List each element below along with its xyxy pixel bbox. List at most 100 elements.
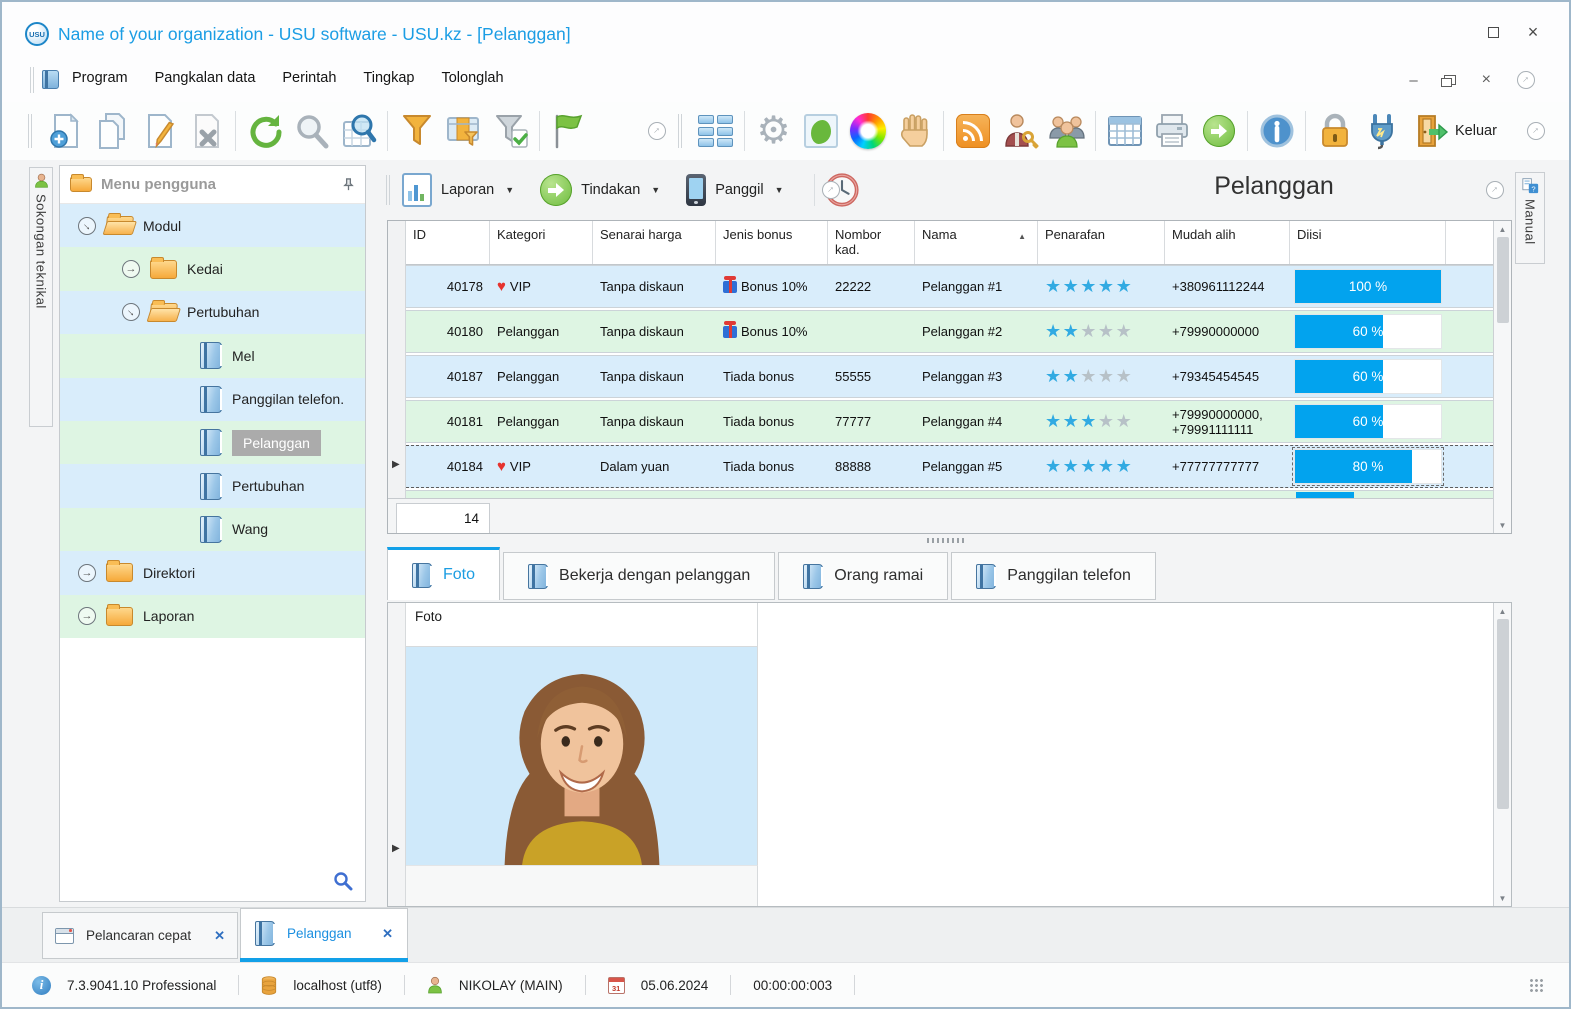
export-button[interactable] [1195, 107, 1242, 155]
toolbar-overflow-button[interactable]: → [648, 122, 666, 140]
reports-menu-button[interactable]: Laporan ▼ [402, 173, 514, 207]
tab-pelanggan[interactable]: Pelanggan ✕ [240, 908, 408, 962]
call-menu-button[interactable]: Panggil ▼ [686, 174, 783, 206]
menu-tolonglah[interactable]: Tolonglah [441, 70, 503, 86]
table-view-button[interactable] [1101, 107, 1148, 155]
column-header-mudah-alih[interactable]: Mudah alih [1165, 221, 1290, 264]
table-vertical-scrollbar[interactable]: ▲ ▼ [1493, 221, 1511, 533]
view-toolbar-overflow-button[interactable]: → [822, 181, 840, 199]
map-button[interactable] [797, 107, 844, 155]
version-info-icon[interactable]: i [32, 975, 51, 995]
feed-button[interactable] [949, 107, 996, 155]
tree-item-panggilan-telefon[interactable]: Panggilan telefon. [60, 377, 365, 421]
filter-button[interactable] [393, 107, 440, 155]
view-overflow-right-button[interactable]: → [1486, 181, 1504, 199]
menu-tingkap[interactable]: Tingkap [363, 70, 414, 86]
users-group-button[interactable] [1043, 107, 1090, 155]
flag-button[interactable] [545, 107, 592, 155]
menu-overflow-button[interactable]: → [1517, 71, 1535, 89]
settings-button[interactable]: ⚙ [750, 107, 797, 155]
tree-item-wang[interactable]: Wang [60, 507, 365, 552]
close-button[interactable]: × [1525, 22, 1541, 43]
connection-button[interactable] [1358, 107, 1405, 155]
scrollbar-thumb[interactable] [1496, 237, 1509, 323]
copy-record-button[interactable] [89, 107, 136, 155]
mdi-minimize-button[interactable]: – [1409, 72, 1417, 89]
hand-button[interactable] [891, 107, 938, 155]
table-row[interactable]: 40180 Pelanggan Tanpa diskaun Bonus 10% Pela… [406, 310, 1493, 353]
column-header-diisi[interactable]: Diisi [1290, 221, 1446, 264]
tree-item-pertubuhan[interactable]: → Pertubuhan [60, 290, 365, 335]
manual-side-tab[interactable]: ? Manual [1515, 172, 1545, 264]
photo-vertical-scrollbar[interactable]: ▲ ▼ [1493, 603, 1511, 906]
table-row[interactable]: 40181 Pelanggan Tanpa diskaun Tiada bonus 77… [406, 400, 1493, 443]
refresh-button[interactable] [241, 107, 288, 155]
pin-icon[interactable] [342, 178, 355, 191]
actions-menu-button[interactable]: Tindakan ▼ [540, 174, 660, 206]
mdi-restore-button[interactable] [1440, 75, 1456, 87]
mdi-close-button[interactable]: × [1482, 72, 1491, 88]
view-toolbar: Laporan ▼ Tindakan ▼ Panggil ▼ → Pelangg… [374, 165, 1514, 215]
tab-foto[interactable]: Foto [387, 547, 501, 600]
scroll-up-icon[interactable]: ▲ [1499, 221, 1507, 237]
add-record-button[interactable] [42, 107, 89, 155]
tree-item-kedai[interactable]: → Kedai [60, 247, 365, 291]
layout-grid-button[interactable] [692, 107, 739, 155]
print-button[interactable] [1148, 107, 1195, 155]
column-header-nama[interactable]: Nama ▲ [915, 221, 1038, 264]
info-button[interactable] [1253, 107, 1300, 155]
table-row[interactable]: 40178 ♥ VIP Tanpa diskaun Bonus 10% 22222 Pela… [406, 265, 1493, 308]
search-button[interactable] [288, 107, 335, 155]
star-empty-icon: ★ [1080, 366, 1098, 386]
column-header-nombor-kad[interactable]: Nombor kad. [828, 221, 915, 264]
close-tab-icon[interactable]: ✕ [382, 926, 393, 942]
color-theme-button[interactable] [844, 107, 891, 155]
scroll-up-icon[interactable]: ▲ [1499, 603, 1507, 619]
menu-pangkalan-data[interactable]: Pangkalan data [155, 70, 256, 86]
maximize-button[interactable] [1485, 23, 1501, 42]
scroll-down-icon[interactable]: ▼ [1499, 517, 1507, 533]
table-row[interactable]: 40184 ♥ VIP Dalam yuan Tiada bonus 88888 Pelan… [406, 445, 1493, 488]
column-header-id[interactable]: ID [406, 221, 490, 264]
customer-photo[interactable] [406, 647, 758, 865]
tree-item-pertubuhan[interactable]: Pertubuhan [60, 464, 365, 508]
column-header-senarai-harga[interactable]: Senarai harga [593, 221, 716, 264]
menu-perintah[interactable]: Perintah [282, 70, 336, 86]
collapsed-expander-icon[interactable]: → [78, 607, 96, 626]
toolbar-overflow-right-button[interactable]: → [1527, 122, 1545, 140]
tab-bekerja-dengan-pelanggan[interactable]: Bekerja dengan pelanggan [503, 552, 776, 600]
resize-grip[interactable] [1529, 978, 1543, 992]
collapsed-expander-icon[interactable]: → [122, 260, 140, 279]
column-header-jenis-bonus[interactable]: Jenis bonus [716, 221, 828, 264]
photo-column-header[interactable]: Foto [406, 603, 758, 647]
tree-item-mel[interactable]: Mel [60, 334, 365, 378]
expanded-expander-icon[interactable]: → [122, 303, 140, 322]
tree-item-laporan[interactable]: → Laporan [60, 594, 365, 638]
search-in-table-button[interactable] [335, 107, 382, 155]
support-side-tab[interactable]: Sokongan teknikal [29, 167, 53, 427]
exit-button[interactable]: Keluar [1411, 112, 1497, 150]
tree-item-pelanggan[interactable]: Pelanggan [60, 420, 365, 465]
filter-confirm-button[interactable] [487, 107, 534, 155]
column-header-kategori[interactable]: Kategori [490, 221, 593, 264]
tree-item-direktori[interactable]: → Direktori [60, 551, 365, 595]
horizontal-splitter[interactable] [927, 538, 967, 543]
edit-record-button[interactable] [136, 107, 183, 155]
expanded-expander-icon[interactable]: → [78, 216, 96, 235]
menu-program[interactable]: Program [72, 70, 128, 86]
delete-record-button[interactable] [183, 107, 230, 155]
tab-pelancaran-cepat[interactable]: Pelancaran cepat ✕ [42, 912, 238, 959]
filter-columns-button[interactable] [440, 107, 487, 155]
scrollbar-thumb[interactable] [1496, 619, 1509, 809]
lock-button[interactable] [1311, 107, 1358, 155]
close-tab-icon[interactable]: ✕ [214, 928, 225, 944]
tab-panggilan-telefon[interactable]: Panggilan telefon [951, 552, 1156, 600]
tab-orang-ramai[interactable]: Orang ramai [778, 552, 949, 600]
collapsed-expander-icon[interactable]: → [78, 563, 96, 582]
column-header-penarafan[interactable]: Penarafan [1038, 221, 1165, 264]
scroll-down-icon[interactable]: ▼ [1499, 890, 1507, 906]
table-row[interactable]: 40187 Pelanggan Tanpa diskaun Tiada bonus 55… [406, 355, 1493, 398]
tree-search-icon[interactable] [333, 871, 353, 891]
user-access-button[interactable] [996, 107, 1043, 155]
tree-item-modul[interactable]: → Modul [60, 204, 365, 248]
